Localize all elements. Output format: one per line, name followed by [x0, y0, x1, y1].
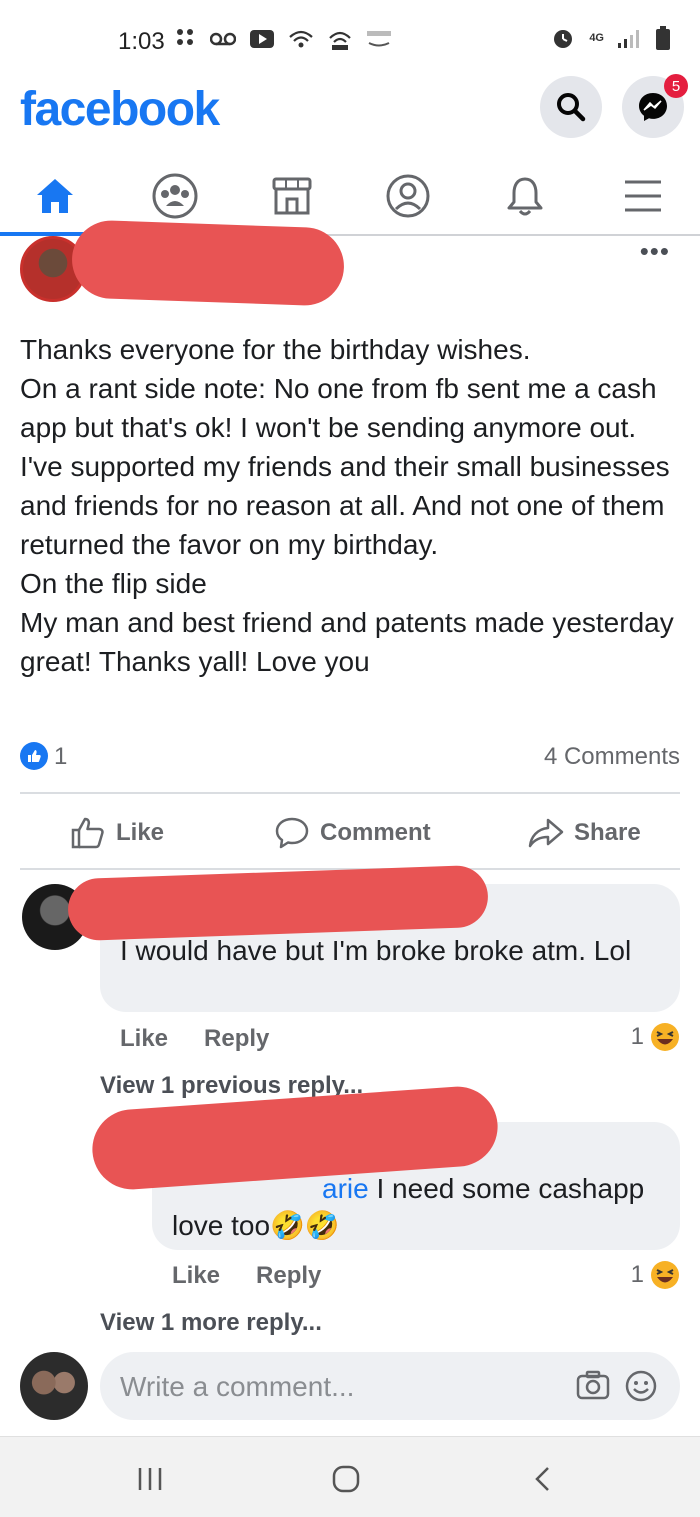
post-actions: Like Comment Share — [0, 800, 700, 866]
my-avatar — [20, 1352, 88, 1420]
camera-icon[interactable] — [576, 1369, 610, 1401]
wifi-calling-icon — [289, 30, 313, 48]
comment-like-button[interactable]: Like — [120, 1025, 168, 1053]
post-line-4: My man and best friend and patents made … — [20, 607, 674, 677]
comment-count[interactable]: 4 Comments — [544, 743, 680, 771]
search-icon — [557, 93, 586, 122]
status-icons-left — [176, 28, 392, 50]
share-button[interactable]: Share — [528, 800, 641, 866]
view-more-replies[interactable]: View 1 more reply... — [100, 1309, 322, 1337]
tab-menu[interactable] — [588, 158, 698, 234]
recent-apps-icon — [138, 1468, 162, 1490]
post-header: ••• — [0, 219, 700, 307]
reply-body: I need some cashapp love too🤣🤣 — [172, 1173, 645, 1241]
comment-text: I would have but I'm broke broke atm. Lo… — [120, 935, 632, 966]
comment-input[interactable]: Write a comment... — [100, 1352, 680, 1420]
hotspot-icon — [329, 31, 351, 50]
groups-icon — [152, 173, 198, 219]
menu-icon — [625, 180, 661, 212]
facebook-logo[interactable]: facebook — [20, 82, 220, 137]
divider — [20, 792, 680, 794]
reply-mention[interactable]: arie — [322, 1173, 369, 1204]
tab-notifications[interactable] — [470, 158, 580, 234]
home-circle-icon — [332, 1465, 360, 1493]
reply-reaction[interactable]: 1 — [631, 1260, 680, 1290]
battery-icon — [656, 26, 670, 50]
profile-icon — [386, 174, 430, 218]
comment-reaction[interactable]: 1 — [631, 1022, 680, 1052]
messenger-badge: 5 — [664, 74, 688, 98]
like-button[interactable]: Like — [70, 800, 164, 866]
signal-icon — [618, 30, 639, 48]
notifications-icon — [507, 177, 543, 216]
redacted-author-name — [70, 219, 346, 307]
haha-reaction-icon — [651, 1023, 679, 1051]
search-button[interactable] — [540, 76, 602, 138]
app-header: facebook 5 — [0, 74, 700, 148]
comment-actions: Like Reply — [120, 1025, 269, 1053]
post-options-icon[interactable]: ••• — [640, 236, 670, 267]
comment-reply-button[interactable]: Reply — [204, 1025, 269, 1053]
status-time: 1:03 — [118, 28, 165, 55]
status-icons-right: 4G — [551, 26, 670, 50]
reaction-summary[interactable]: 1 4 Comments — [20, 740, 680, 772]
reply-reply-button[interactable]: Reply — [256, 1262, 321, 1290]
messenger-icon — [639, 93, 667, 121]
youtube-icon — [250, 30, 274, 48]
share-icon — [528, 818, 564, 848]
marketplace-icon — [272, 177, 312, 215]
tab-profile[interactable] — [353, 158, 463, 234]
back-button[interactable] — [512, 1459, 572, 1499]
comment-label: Comment — [320, 819, 431, 846]
system-nav-bar — [0, 1436, 700, 1517]
like-count: 1 — [54, 743, 68, 770]
like-reaction-icon — [20, 742, 48, 770]
like-label: Like — [116, 819, 165, 846]
recent-apps-button[interactable] — [120, 1459, 180, 1499]
alarm-icon — [554, 30, 573, 48]
post-line-1: Thanks everyone for the birthday wishes. — [20, 334, 531, 365]
post-line-2: On a rant side note: No one from fb sent… — [20, 373, 670, 560]
haha-reaction-icon — [651, 1261, 679, 1289]
reply-actions: Like Reply — [172, 1262, 321, 1290]
home-icon — [37, 179, 73, 213]
amazon-icon — [367, 31, 391, 47]
comment-placeholder: Write a comment... — [120, 1371, 355, 1402]
voicemail-icon — [210, 32, 236, 46]
comment-reaction-count: 1 — [630, 1023, 644, 1050]
comment-icon — [275, 817, 309, 849]
thumbs-up-icon — [71, 817, 104, 849]
network-type-label: 4G — [589, 32, 604, 44]
back-chevron-icon — [535, 1467, 549, 1491]
post-line-3: On the flip side — [20, 568, 207, 599]
reply-like-button[interactable]: Like — [172, 1262, 220, 1290]
emoji-icon[interactable] — [624, 1369, 658, 1403]
post-body: Thanks everyone for the birthday wishes.… — [20, 330, 685, 681]
share-label: Share — [574, 819, 641, 846]
messenger-button[interactable]: 5 — [622, 74, 688, 138]
tab-home[interactable] — [0, 158, 110, 236]
status-bar: 1:03 4G — [0, 0, 700, 76]
comment-button[interactable]: Comment — [274, 800, 431, 866]
reply-reaction-count: 1 — [630, 1261, 644, 1288]
home-button[interactable] — [316, 1459, 376, 1499]
dots-icon — [177, 29, 193, 45]
tab-marketplace[interactable] — [237, 158, 347, 234]
